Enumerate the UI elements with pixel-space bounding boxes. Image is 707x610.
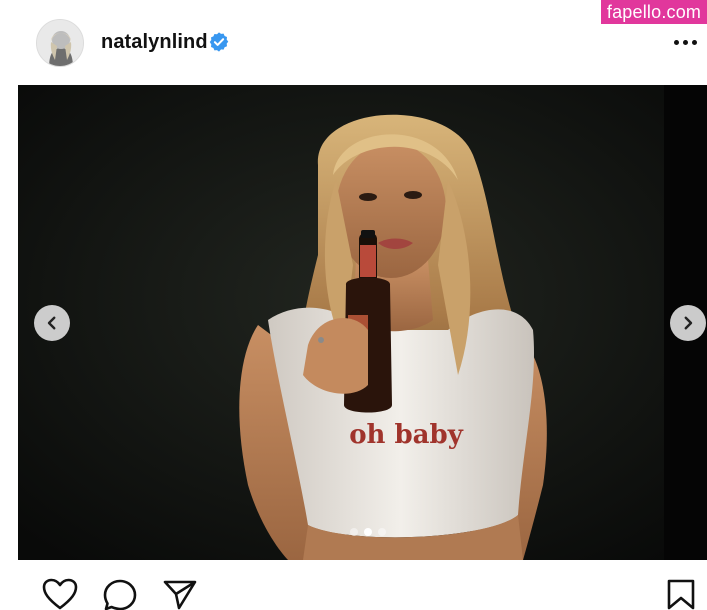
comment-button[interactable]: [102, 578, 138, 610]
chevron-left-icon: [47, 316, 56, 330]
avatar-image: [37, 20, 83, 66]
watermark: fapello.com: [601, 0, 707, 24]
carousel-dot[interactable]: [350, 528, 358, 536]
verified-badge-icon: [209, 32, 229, 52]
carousel-prev-button[interactable]: [34, 305, 70, 341]
post-actions: [0, 560, 707, 610]
share-button[interactable]: [162, 578, 198, 610]
post-media[interactable]: oh baby: [18, 85, 707, 560]
username[interactable]: natalynlind: [101, 31, 208, 54]
post-header: natalynlind fapello.com: [0, 0, 707, 85]
save-button[interactable]: [666, 578, 696, 610]
carousel-dot[interactable]: [378, 528, 386, 536]
more-options-button[interactable]: [674, 35, 700, 49]
post-photo: oh baby: [18, 85, 707, 560]
carousel-next-button[interactable]: [670, 305, 706, 341]
like-button[interactable]: [42, 578, 78, 610]
paper-plane-icon: [163, 580, 197, 610]
bookmark-icon: [667, 579, 695, 610]
chevron-right-icon: [684, 316, 693, 330]
more-dot: [683, 39, 688, 45]
carousel-dot-active[interactable]: [364, 528, 372, 536]
heart-icon: [42, 578, 78, 610]
carousel-indicator: [350, 528, 386, 536]
avatar[interactable]: [36, 19, 84, 67]
shirt-text: oh baby: [349, 420, 464, 450]
more-dot: [692, 39, 697, 45]
more-dot: [674, 39, 679, 45]
comment-icon: [103, 579, 137, 610]
